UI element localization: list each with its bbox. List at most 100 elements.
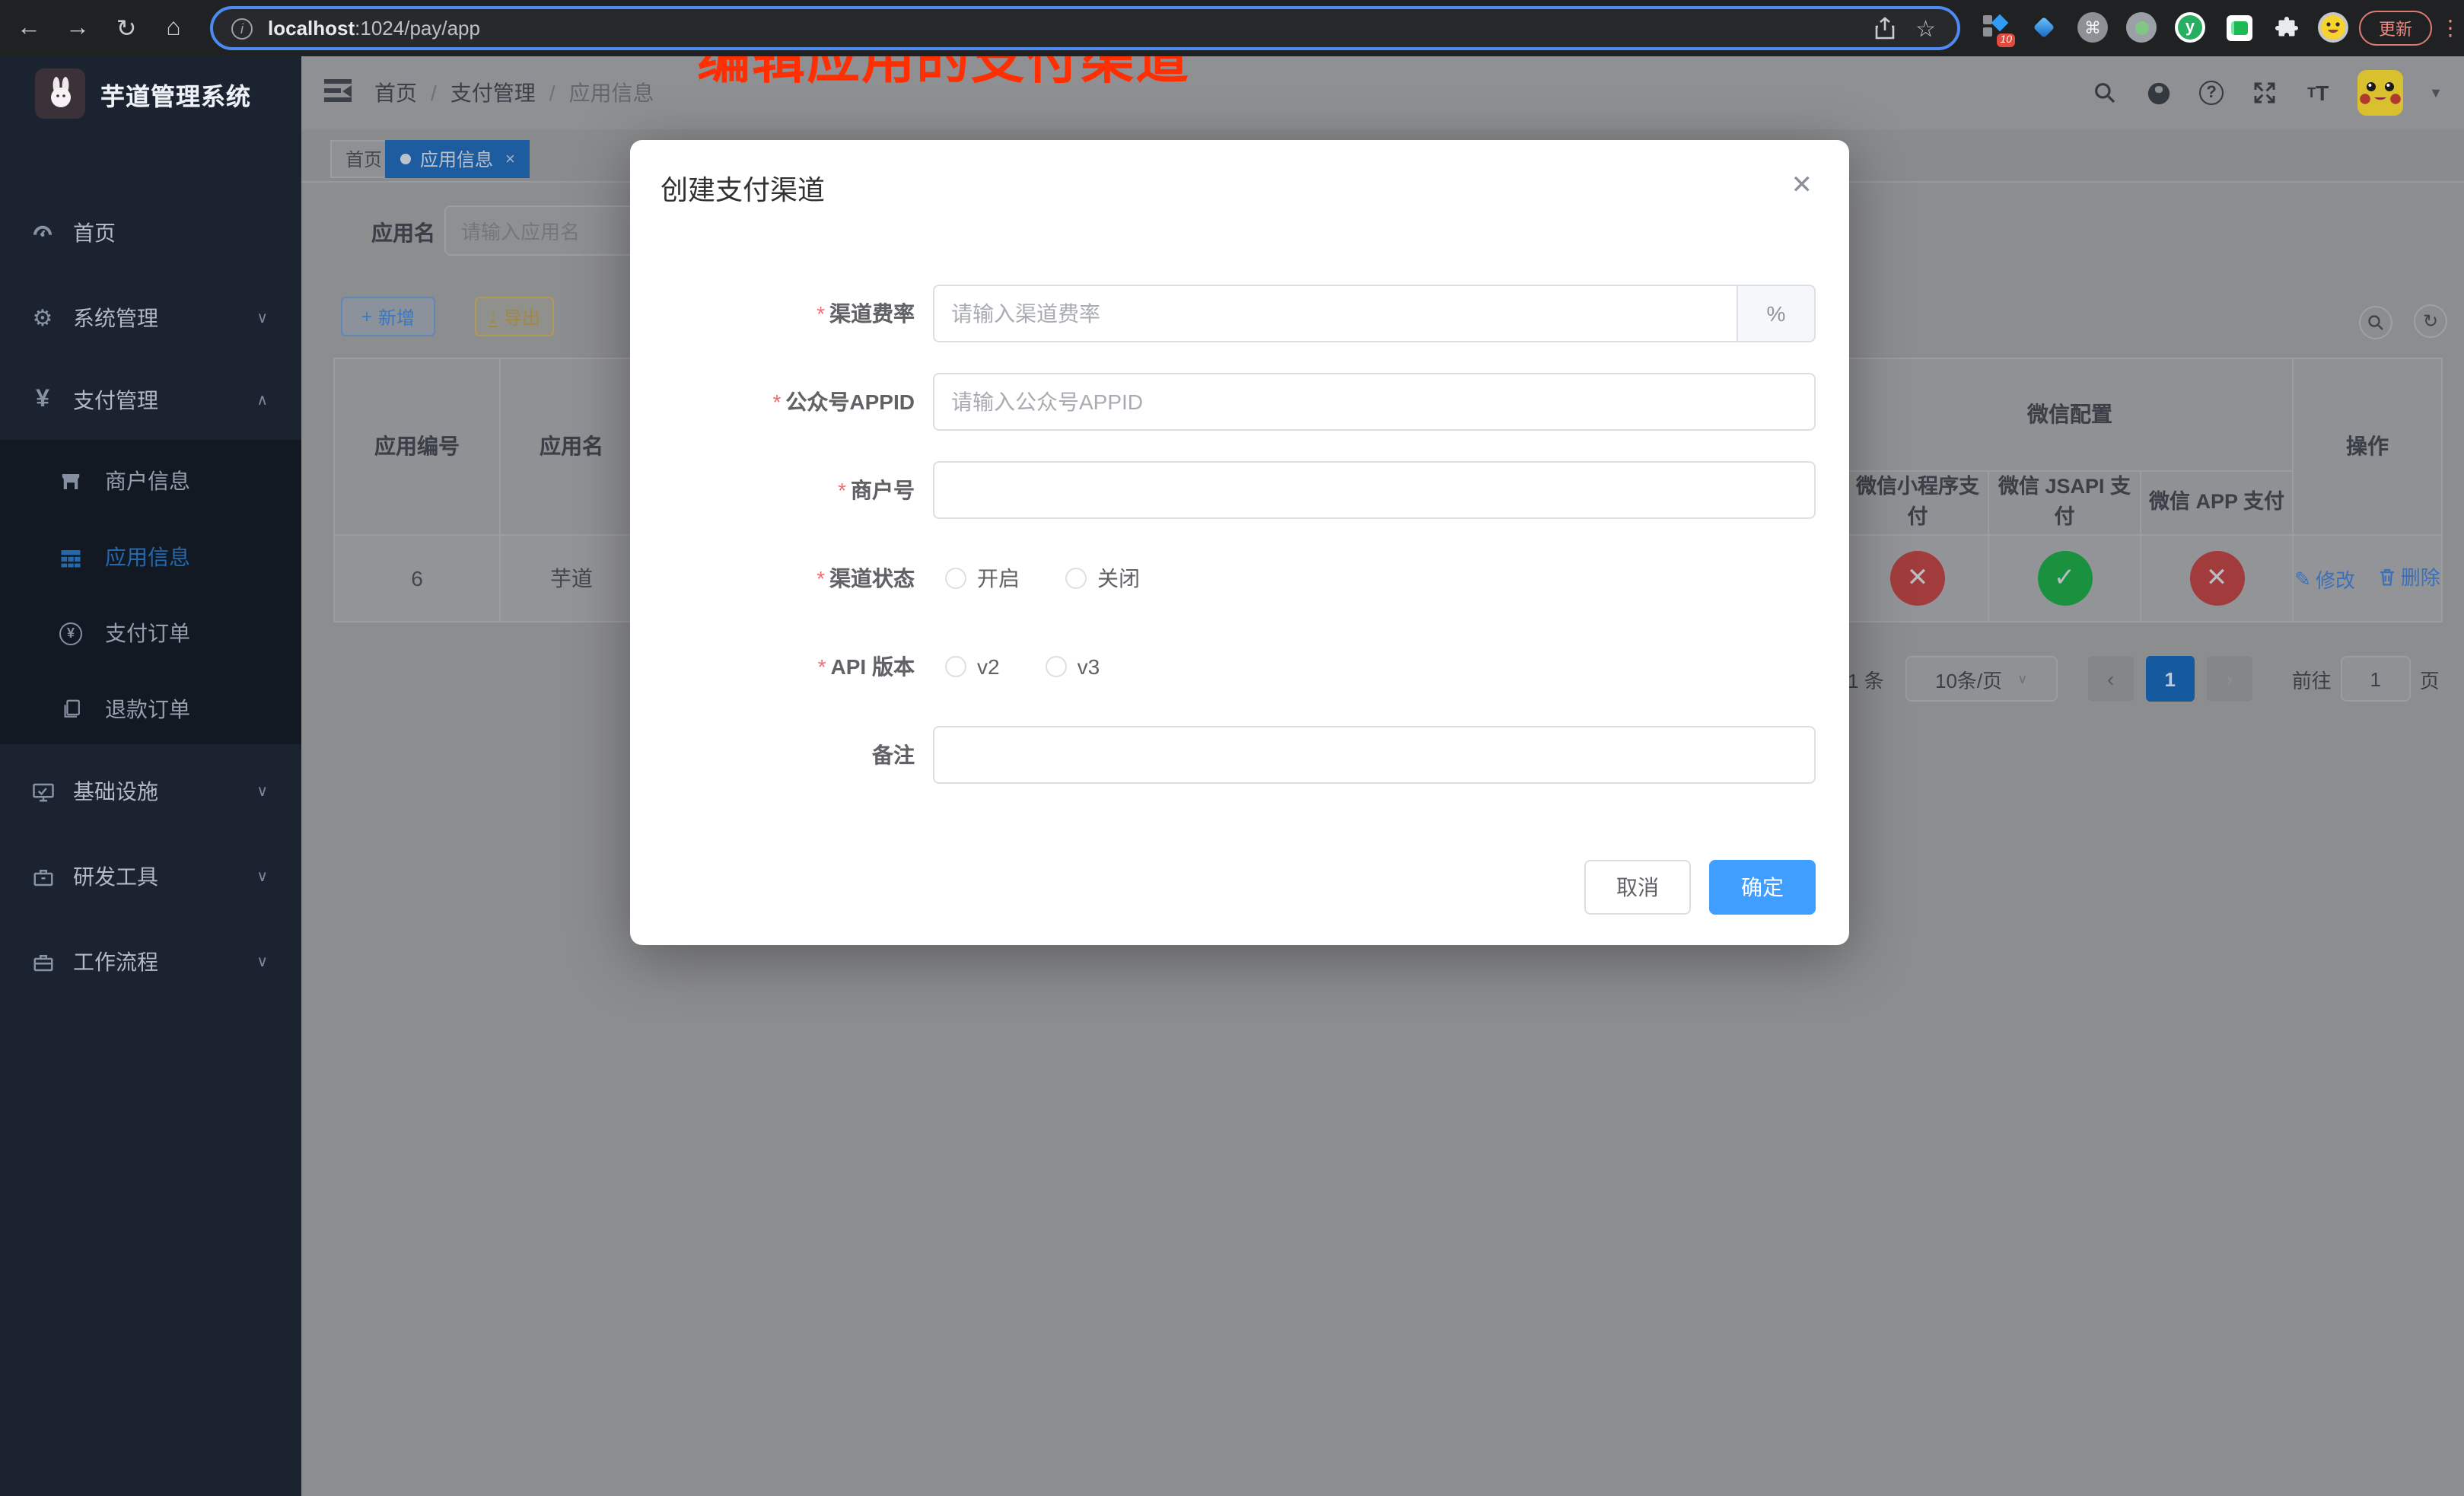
percent-suffix: % bbox=[1737, 285, 1816, 342]
sidebar-item-infrastructure[interactable]: 基础设施 ∨ bbox=[0, 749, 301, 834]
col-header-app-id: 应用编号 bbox=[334, 358, 500, 534]
sidebar: 芋道管理系统 首页 ⚙ 系统管理 ∨ ¥ 支付管理 ∧ 商户信息 bbox=[0, 56, 301, 1496]
tag-close-icon[interactable]: × bbox=[505, 150, 515, 168]
sidebar-item-merchant-info[interactable]: 商户信息 bbox=[0, 443, 301, 519]
export-button[interactable]: ↓导出 bbox=[475, 297, 554, 336]
radio-status-disable[interactable]: 关闭 bbox=[1065, 563, 1140, 594]
extension-chat-icon[interactable] bbox=[2222, 11, 2255, 44]
briefcase-icon bbox=[29, 948, 56, 976]
sidebar-toggle-icon[interactable] bbox=[324, 79, 352, 103]
form-row-api-version: *API 版本 v2 v3 bbox=[630, 622, 1849, 711]
extension-kite-icon[interactable] bbox=[2027, 11, 2061, 44]
next-page-button[interactable]: › bbox=[2207, 656, 2252, 702]
browser-update-button[interactable]: 更新 bbox=[2359, 11, 2432, 46]
extension-badge-icon[interactable]: 10 bbox=[1979, 11, 2012, 44]
refresh-circle-button[interactable]: ↻ bbox=[2414, 304, 2447, 338]
cancel-button[interactable]: 取消 bbox=[1584, 860, 1691, 915]
sidebar-item-pay-orders[interactable]: ¥ 支付订单 bbox=[0, 595, 301, 671]
avatar-caret-icon[interactable]: ▼ bbox=[2429, 85, 2443, 100]
sidebar-item-home[interactable]: 首页 bbox=[0, 190, 301, 275]
required-asterisk: * bbox=[817, 301, 825, 326]
back-icon[interactable]: ← bbox=[9, 0, 49, 56]
screen: ← → ↻ ⌂ i localhost:1024/pay/app ☆ 10 ⌘ … bbox=[0, 0, 2464, 1496]
page-size-select[interactable]: 10条/页∨ bbox=[1905, 656, 2058, 702]
radio-status-enable[interactable]: 开启 bbox=[945, 563, 1020, 594]
status-disabled-icon[interactable]: ✕ bbox=[2189, 550, 2244, 605]
col-header-wx-lite: 微信小程序支付 bbox=[1847, 471, 1988, 534]
radio-circle-icon bbox=[1065, 568, 1087, 589]
delete-link[interactable]: 删除 bbox=[2380, 562, 2440, 590]
url-bar[interactable]: i localhost:1024/pay/app ☆ bbox=[210, 6, 1960, 50]
dialog-title: 创建支付渠道 bbox=[661, 169, 825, 208]
edit-link[interactable]: ✎修改 bbox=[2294, 565, 2355, 594]
monitor-icon bbox=[29, 778, 56, 805]
chevron-down-icon: ∨ bbox=[2017, 670, 2027, 687]
radio-api-v2[interactable]: v2 bbox=[945, 654, 1000, 679]
radio-api-v3[interactable]: v3 bbox=[1046, 654, 1100, 679]
official-account-appid-input[interactable] bbox=[933, 373, 1816, 431]
sidebar-item-payment[interactable]: ¥ 支付管理 ∧ bbox=[0, 361, 301, 440]
close-icon[interactable]: ✕ bbox=[1791, 172, 1813, 198]
sidebar-item-app-info[interactable]: 应用信息 bbox=[0, 519, 301, 595]
site-info-icon[interactable]: i bbox=[231, 18, 253, 39]
prev-page-button[interactable]: ‹ bbox=[2088, 656, 2134, 702]
search-circle-button[interactable] bbox=[2359, 306, 2392, 339]
col-group-wechat-config: 微信配置 bbox=[1847, 358, 2293, 471]
confirm-button[interactable]: 确定 bbox=[1709, 860, 1816, 915]
cell-wx-app-status: ✕ bbox=[2141, 534, 2293, 621]
extensions-puzzle-icon[interactable] bbox=[2269, 11, 2303, 44]
grid-icon bbox=[58, 544, 84, 570]
search-icon[interactable] bbox=[2091, 79, 2119, 107]
cell-wx-jsapi-status: ✓ bbox=[1988, 534, 2141, 621]
sidebar-item-dev-tools[interactable]: 研发工具 ∨ bbox=[0, 834, 301, 919]
forward-icon[interactable]: → bbox=[58, 0, 97, 56]
form-row-channel-status: *渠道状态 开启 关闭 bbox=[630, 534, 1849, 622]
help-icon[interactable]: ? bbox=[2198, 79, 2225, 107]
radio-circle-icon bbox=[945, 568, 966, 589]
merchant-id-input[interactable] bbox=[933, 461, 1816, 519]
breadcrumb-home[interactable]: 首页 bbox=[374, 78, 417, 108]
dashboard-icon bbox=[29, 219, 56, 247]
user-avatar[interactable] bbox=[2357, 70, 2403, 116]
status-disabled-icon[interactable]: ✕ bbox=[1890, 550, 1945, 605]
yen-icon: ¥ bbox=[29, 387, 56, 414]
browser-menu-icon[interactable]: ⋮ bbox=[2438, 0, 2462, 56]
font-size-icon[interactable]: TT bbox=[2304, 79, 2332, 107]
breadcrumb-payment[interactable]: 支付管理 bbox=[450, 78, 536, 108]
current-page-button[interactable]: 1 bbox=[2146, 656, 2195, 702]
plus-icon: + bbox=[361, 306, 372, 327]
bookmark-star-icon[interactable]: ☆ bbox=[1915, 14, 1936, 42]
app-logo-row[interactable]: 芋道管理系统 bbox=[0, 56, 301, 132]
status-enabled-icon[interactable]: ✓ bbox=[2037, 550, 2092, 605]
fee-rate-input[interactable] bbox=[933, 285, 1737, 342]
create-payment-channel-dialog: 创建支付渠道 ✕ *渠道费率 % *公众号APPID *商户号 bbox=[630, 140, 1849, 945]
col-header-wx-jsapi: 微信 JSAPI 支付 bbox=[1988, 471, 2141, 534]
extension-y-logo-icon[interactable]: y bbox=[2173, 11, 2207, 44]
chevron-up-icon: ∧ bbox=[256, 392, 268, 409]
pagination: 1 条 10条/页∨ ‹ 1 › 前往 1 页 bbox=[1848, 654, 2440, 703]
extension-command-icon[interactable]: ⌘ bbox=[2076, 11, 2109, 44]
github-icon[interactable] bbox=[2144, 79, 2172, 107]
profile-avatar-icon[interactable] bbox=[2316, 11, 2350, 44]
store-icon bbox=[58, 468, 84, 494]
reload-icon[interactable]: ↻ bbox=[107, 0, 146, 56]
breadcrumb-app-info: 应用信息 bbox=[569, 78, 654, 108]
required-asterisk: * bbox=[838, 478, 846, 502]
extension-record-icon[interactable] bbox=[2125, 11, 2158, 44]
sidebar-item-workflow[interactable]: 工作流程 ∨ bbox=[0, 919, 301, 1004]
sidebar-item-system[interactable]: ⚙ 系统管理 ∨ bbox=[0, 275, 301, 361]
cell-app-name: 芋道 bbox=[500, 534, 643, 621]
add-button[interactable]: +新增 bbox=[341, 297, 435, 336]
goto-page-input[interactable]: 1 bbox=[2341, 656, 2411, 702]
fullscreen-icon[interactable] bbox=[2251, 79, 2278, 107]
home-icon[interactable]: ⌂ bbox=[154, 0, 193, 56]
app-title: 芋道管理系统 bbox=[100, 56, 251, 132]
form-row-merchant-id: *商户号 bbox=[630, 446, 1849, 534]
yen-circle-icon: ¥ bbox=[58, 620, 84, 646]
tag-app-info[interactable]: 应用信息 × bbox=[385, 140, 530, 178]
remark-input[interactable] bbox=[933, 726, 1816, 784]
share-icon[interactable] bbox=[1874, 17, 1894, 40]
form-row-remark: 备注 bbox=[630, 711, 1849, 799]
sidebar-item-refund-orders[interactable]: 退款订单 bbox=[0, 671, 301, 747]
sidebar-submenu-payment: 商户信息 应用信息 ¥ 支付订单 退款订单 bbox=[0, 440, 301, 744]
